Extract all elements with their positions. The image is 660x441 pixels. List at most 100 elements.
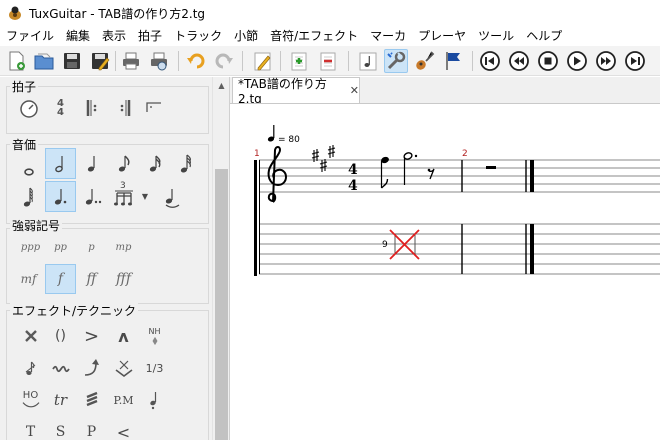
grace-note-icon[interactable] <box>15 353 46 383</box>
settings-wrench-icon[interactable] <box>384 49 408 73</box>
dead-note-icon[interactable] <box>15 321 46 351</box>
menu-tools[interactable]: ツール <box>472 26 520 46</box>
time-sig-bottom: 4 <box>57 107 64 118</box>
palm-mute-icon[interactable]: P.M <box>108 385 139 415</box>
hammer-on-icon[interactable]: HO <box>15 385 46 415</box>
document-tab-label: *TAB譜の作り方2.tg <box>238 77 327 106</box>
trill-icon[interactable]: tr <box>45 385 76 415</box>
menu-marker[interactable]: マーカ <box>364 26 412 46</box>
menu-track[interactable]: トラック <box>168 26 228 46</box>
add-measure-icon[interactable] <box>287 49 311 73</box>
eighth-note-icon[interactable] <box>108 148 139 179</box>
trill-down-icon[interactable] <box>108 353 139 383</box>
popping-icon[interactable]: P <box>76 417 107 440</box>
dynamic-f-button[interactable]: f <box>45 264 76 294</box>
menu-composition[interactable]: 拍子 <box>132 26 168 46</box>
next-icon[interactable] <box>594 49 618 73</box>
heavy-accent-icon[interactable]: ʌ <box>108 321 139 351</box>
scrollbar-thumb[interactable] <box>215 169 228 440</box>
score-canvas[interactable]: = 80 1 2 4 4 9 <box>230 104 660 441</box>
last-icon[interactable] <box>623 49 647 73</box>
menu-edit[interactable]: 編集 <box>60 26 96 46</box>
menu-help[interactable]: ヘルプ <box>520 26 568 46</box>
tremolo-fraction-icon[interactable]: 1/3 <box>139 353 170 383</box>
redo-icon[interactable] <box>212 49 236 73</box>
harmonic-icon[interactable]: NH <box>139 321 170 351</box>
tied-note-icon[interactable] <box>155 181 186 212</box>
menu-measure[interactable]: 小節 <box>228 26 264 46</box>
toolbar-separator <box>178 51 179 71</box>
dotted-note-icon[interactable] <box>45 181 76 212</box>
repeat-close-icon[interactable] <box>108 93 139 123</box>
save-icon[interactable] <box>60 49 84 73</box>
dynamic-ppp-button[interactable]: ppp <box>15 232 46 262</box>
half-note-icon[interactable] <box>45 148 76 179</box>
sixteenth-note-icon[interactable] <box>139 148 170 179</box>
remove-measure-icon[interactable] <box>316 49 340 73</box>
system-start-barline <box>254 160 257 276</box>
menu-note-effect[interactable]: 音符/エフェクト <box>264 26 364 46</box>
treble-clef-icon <box>267 146 288 203</box>
tremolo-picking-icon[interactable] <box>76 385 107 415</box>
tuplet-dropdown-icon[interactable]: ▼ <box>138 181 152 212</box>
time-signature-button[interactable]: 4 4 <box>45 93 76 123</box>
eighth-rest-icon <box>427 168 435 180</box>
close-tab-icon[interactable]: ✕ <box>350 84 359 97</box>
alternate-ending-icon[interactable] <box>138 93 169 123</box>
save-as-icon[interactable] <box>88 49 112 73</box>
play-icon[interactable] <box>565 49 589 73</box>
guitar-icon[interactable] <box>412 49 436 73</box>
undo-icon[interactable] <box>184 49 208 73</box>
first-icon[interactable] <box>478 49 502 73</box>
vibrato-icon[interactable] <box>45 353 76 383</box>
accent-icon[interactable]: > <box>76 321 107 351</box>
thirty-second-note-icon[interactable] <box>170 148 201 179</box>
bend-icon[interactable] <box>76 353 107 383</box>
slapping-icon[interactable]: S <box>45 417 76 440</box>
title-bar: TuxGuitar - TAB譜の作り方2.tg <box>0 0 660 26</box>
toolbar-separator <box>115 51 116 71</box>
tuxguitar-window: TuxGuitar - TAB譜の作り方2.tg ファイル 編集 表示 拍子 ト… <box>0 0 660 440</box>
menu-file[interactable]: ファイル <box>0 26 60 46</box>
menu-view[interactable]: 表示 <box>96 26 132 46</box>
menu-player[interactable]: プレーヤ <box>412 26 472 46</box>
print-icon[interactable] <box>119 49 143 73</box>
tuxguitar-app-icon <box>9 6 21 20</box>
quarter-note-icon[interactable] <box>77 148 108 179</box>
document-tab-bar: *TAB譜の作り方2.tg ✕ <box>230 77 660 106</box>
dynamic-mp-button[interactable]: mp <box>108 232 139 262</box>
previous-icon[interactable] <box>507 49 531 73</box>
new-file-icon[interactable] <box>5 49 29 73</box>
whole-note-icon[interactable] <box>13 153 44 183</box>
measure-number-2: 2 <box>462 149 468 159</box>
panel-scrollbar[interactable]: ▲ <box>212 77 229 440</box>
print-preview-icon[interactable] <box>147 49 171 73</box>
stop-icon[interactable] <box>536 49 560 73</box>
scroll-up-icon[interactable]: ▲ <box>213 77 230 94</box>
flag-icon[interactable] <box>441 49 465 73</box>
tapping-icon[interactable]: T <box>15 417 46 440</box>
tuplet-number: 3 <box>120 181 126 191</box>
edit-pencil-icon[interactable] <box>251 49 275 73</box>
dynamic-pp-button[interactable]: pp <box>45 232 76 262</box>
dynamic-fff-button[interactable]: fff <box>108 264 139 294</box>
fade-in-icon[interactable]: < <box>108 417 139 441</box>
edit-tools-panel: 拍子 4 4 音価 3 ▼ 強弱記号 ppp pp p mp mf f ff f… <box>0 77 212 440</box>
dynamic-ff-button[interactable]: ff <box>76 264 107 294</box>
sixty-fourth-note-icon[interactable] <box>13 181 44 212</box>
duration-group-title: 音価 <box>10 136 39 153</box>
tempo-mark: = 80 <box>267 125 300 145</box>
open-file-icon[interactable] <box>32 49 56 73</box>
staccato-icon[interactable] <box>139 385 170 415</box>
tempo-icon[interactable] <box>13 93 44 123</box>
dynamic-mf-button[interactable]: mf <box>13 264 44 294</box>
document-tab[interactable]: *TAB譜の作り方2.tg ✕ <box>232 77 360 106</box>
double-dotted-note-icon[interactable] <box>77 181 108 212</box>
ghost-note-icon[interactable]: () <box>45 321 76 351</box>
repeat-open-icon[interactable] <box>77 93 108 123</box>
note-eighth[interactable] <box>380 156 390 189</box>
note-view-icon[interactable] <box>356 49 380 73</box>
score-editor[interactable]: = 80 1 2 4 4 9 <box>230 103 660 440</box>
dynamic-p-button[interactable]: p <box>76 232 107 262</box>
time-signature-bottom: 4 <box>348 178 358 194</box>
